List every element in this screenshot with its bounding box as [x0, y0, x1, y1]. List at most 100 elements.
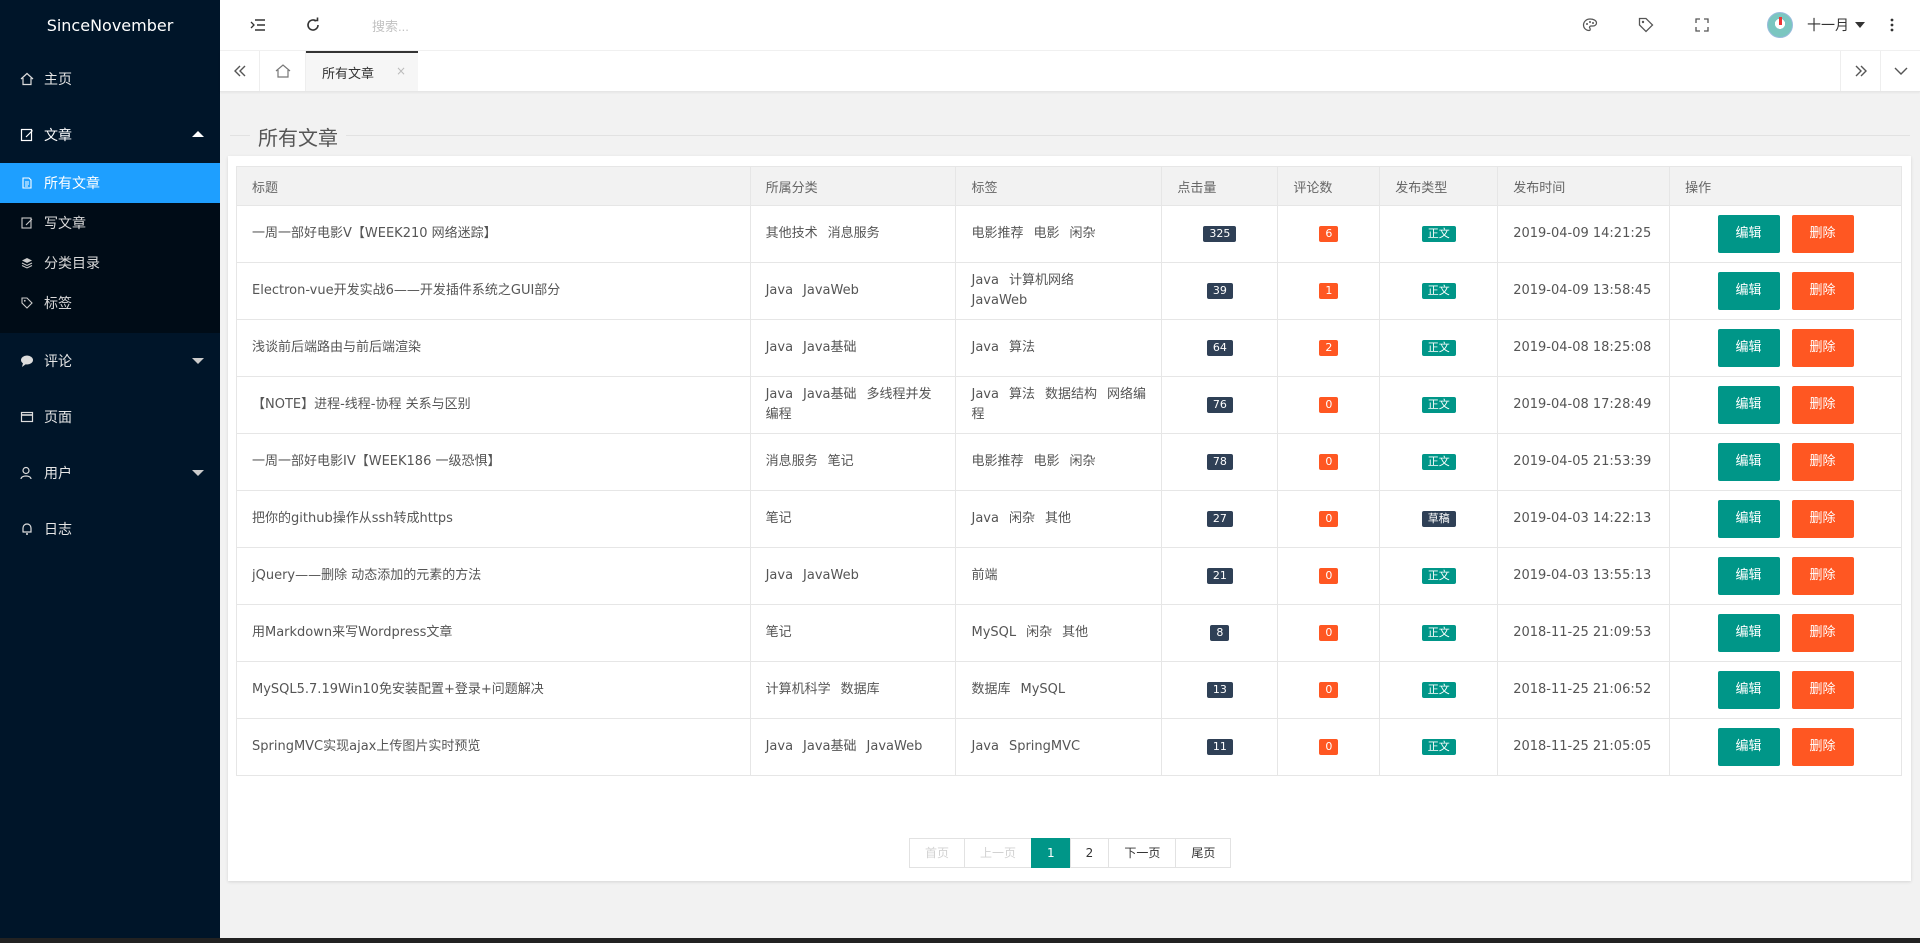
- category-cell: Java JavaWeb: [749, 547, 957, 605]
- tag-icon: [20, 296, 34, 310]
- home-tab-icon[interactable]: [260, 51, 306, 91]
- brand-logo[interactable]: SinceNovember: [0, 0, 220, 51]
- sidebar-item-pages[interactable]: 页面: [0, 389, 220, 445]
- publish-time: 2019-04-03 14:22:13: [1497, 490, 1671, 548]
- sidebar-item-comments[interactable]: 评论: [0, 333, 220, 389]
- sidebar-item-label: 用户: [44, 466, 72, 482]
- tag-icon[interactable]: [1636, 15, 1656, 35]
- delete-button[interactable]: 删除: [1791, 329, 1854, 367]
- sidebar-item-users[interactable]: 用户: [0, 445, 220, 501]
- table-row: Electron-vue开发实战6——开发插件系统之GUI部分 Java JavaW…: [236, 262, 1902, 320]
- sidebar-item-home[interactable]: 主页: [0, 51, 220, 107]
- edit-button[interactable]: 编辑: [1717, 329, 1780, 367]
- pager-prev[interactable]: 上一页: [964, 838, 1033, 868]
- tab-bar: 所有文章 ×: [220, 51, 1920, 92]
- delete-button[interactable]: 删除: [1791, 671, 1854, 709]
- comment-icon: [20, 354, 34, 368]
- edit-button[interactable]: 编辑: [1717, 443, 1780, 481]
- article-title[interactable]: jQuery——删除 动态添加的元素的方法: [236, 547, 751, 605]
- article-title[interactable]: 用Markdown来写Wordpress文章: [236, 604, 751, 662]
- edit-button[interactable]: 编辑: [1717, 272, 1780, 310]
- views-badge: 78: [1206, 454, 1233, 470]
- article-title[interactable]: Electron-vue开发实战6——开发插件系统之GUI部分: [236, 262, 751, 320]
- article-title[interactable]: 【NOTE】进程-线程-协程 关系与区别: [236, 376, 751, 434]
- write-icon: [20, 216, 34, 230]
- sidebar: SinceNovember 主页 文章 所有文章 写文章 分类目录 标签 评论 …: [0, 0, 220, 943]
- sidebar-item-write-article[interactable]: 写文章: [0, 203, 220, 243]
- pager-first[interactable]: 首页: [909, 838, 966, 868]
- comments-cell: 0: [1277, 604, 1381, 662]
- actions-cell: 编辑 删除: [1669, 262, 1902, 320]
- tag-item: Java: [971, 739, 999, 754]
- type-cell: 正文: [1379, 604, 1499, 662]
- sidebar-item-article[interactable]: 文章: [0, 107, 220, 163]
- refresh-icon[interactable]: [303, 15, 323, 35]
- tab-menu-chevron-down-icon[interactable]: [1880, 51, 1920, 91]
- edit-button[interactable]: 编辑: [1717, 728, 1780, 766]
- section-header: 所有文章: [230, 106, 1910, 151]
- views-cell: 11: [1161, 718, 1279, 776]
- delete-button[interactable]: 删除: [1791, 557, 1854, 595]
- column-header: 点击量: [1161, 166, 1279, 206]
- layers-icon: [20, 256, 34, 270]
- article-title[interactable]: 一周一部好电影IV【WEEK186 一级恐惧】: [236, 433, 751, 491]
- actions-cell: 编辑 删除: [1669, 205, 1902, 263]
- fullscreen-icon[interactable]: [1692, 15, 1712, 35]
- delete-button[interactable]: 删除: [1791, 215, 1854, 253]
- column-header: 标题: [236, 166, 751, 206]
- delete-button[interactable]: 删除: [1791, 614, 1854, 652]
- article-title[interactable]: SpringMVC实现ajax上传图片实时预览: [236, 718, 751, 776]
- tag-item: SpringMVC: [1008, 739, 1081, 754]
- sidebar-item-all-articles[interactable]: 所有文章: [0, 163, 220, 203]
- sidebar-item-log[interactable]: 日志: [0, 501, 220, 557]
- scroll-right-icon[interactable]: [1840, 51, 1880, 91]
- search-input[interactable]: [370, 12, 674, 40]
- divider: [230, 135, 1910, 136]
- tag-cell: 前端: [955, 547, 1163, 605]
- close-icon[interactable]: ×: [396, 64, 406, 78]
- category-cell: Java Java基础 JavaWeb: [749, 718, 957, 776]
- category-item: Java: [765, 340, 794, 355]
- edit-button[interactable]: 编辑: [1717, 557, 1780, 595]
- pager-next[interactable]: 下一页: [1108, 838, 1177, 868]
- theme-palette-icon[interactable]: [1580, 15, 1600, 35]
- delete-button[interactable]: 删除: [1791, 443, 1854, 481]
- article-title[interactable]: 浅谈前后端路由与前后端渲染: [236, 319, 751, 377]
- menu-fold-icon[interactable]: [248, 15, 268, 35]
- sidebar-item-tags[interactable]: 标签: [0, 283, 220, 323]
- publish-time: 2018-11-25 21:05:05: [1497, 718, 1671, 776]
- edit-button[interactable]: 编辑: [1717, 671, 1780, 709]
- edit-button[interactable]: 编辑: [1717, 386, 1780, 424]
- pager-last[interactable]: 尾页: [1175, 838, 1232, 868]
- table-row: jQuery——删除 动态添加的元素的方法 Java JavaWeb 前端 21 0 正文 2…: [236, 547, 1902, 605]
- pager-page-2[interactable]: 2: [1069, 838, 1110, 868]
- edit-button[interactable]: 编辑: [1717, 614, 1780, 652]
- delete-button[interactable]: 删除: [1791, 500, 1854, 538]
- article-title[interactable]: MySQL5.7.19Win10免安装配置+登录+问题解决: [236, 661, 751, 719]
- pager-page-1[interactable]: 1: [1031, 838, 1071, 868]
- type-cell: 正文: [1379, 433, 1499, 491]
- chevron-down-icon: [192, 358, 204, 364]
- main-content: 所有文章 标题 所属分类 标签 点击量 评论数 发布类型 发布时间 操作 一周一…: [220, 92, 1920, 943]
- edit-button[interactable]: 编辑: [1717, 500, 1780, 538]
- delete-button[interactable]: 删除: [1791, 728, 1854, 766]
- article-title[interactable]: 一周一部好电影V【WEEK210 网络迷踪】: [236, 205, 751, 263]
- tab-all-articles[interactable]: 所有文章 ×: [306, 51, 418, 91]
- bottom-strip: [0, 938, 1920, 943]
- comments-cell: 0: [1277, 718, 1381, 776]
- delete-button[interactable]: 删除: [1791, 272, 1854, 310]
- article-title[interactable]: 把你的github操作从ssh转成https: [236, 490, 751, 548]
- delete-button[interactable]: 删除: [1791, 386, 1854, 424]
- views-cell: 39: [1161, 262, 1279, 320]
- sidebar-item-categories[interactable]: 分类目录: [0, 243, 220, 283]
- tag-item: MySQL: [971, 625, 1017, 640]
- user-menu[interactable]: 十一月: [1767, 12, 1865, 38]
- scroll-left-icon[interactable]: [220, 51, 260, 91]
- publish-time: 2019-04-03 13:55:13: [1497, 547, 1671, 605]
- tag-cell: 电影推荐 电影 闲杂: [955, 205, 1163, 263]
- more-vertical-icon[interactable]: [1882, 15, 1902, 35]
- edit-button[interactable]: 编辑: [1717, 215, 1780, 253]
- tag-item: 电影: [1033, 226, 1060, 241]
- sidebar-item-label: 标签: [44, 296, 72, 312]
- tag-item: 数据库: [971, 682, 1011, 697]
